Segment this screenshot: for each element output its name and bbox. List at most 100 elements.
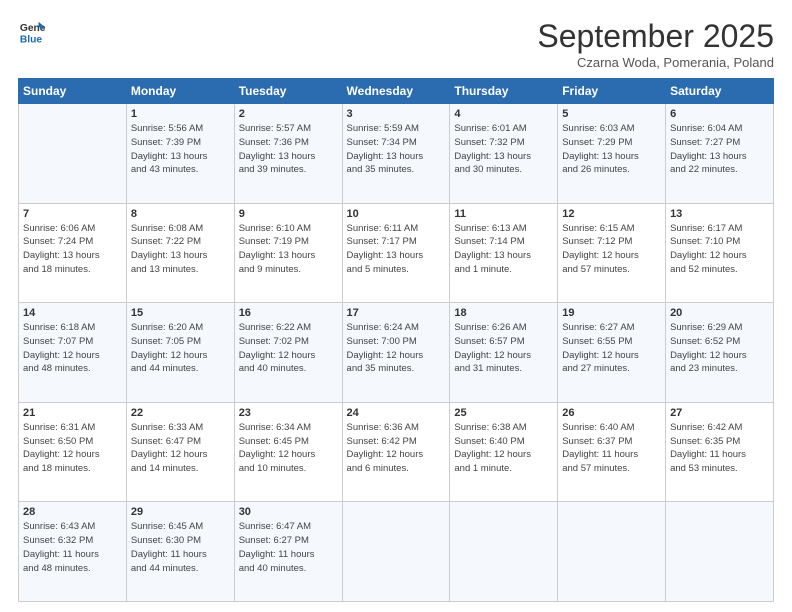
table-row: 24Sunrise: 6:36 AM Sunset: 6:42 PM Dayli… bbox=[342, 402, 450, 502]
table-row: 14 Sunrise: 6:18 AM Sunset: 7:07 PM Dayli… bbox=[19, 303, 127, 403]
day-details: Sunrise: 6:42 AM Sunset: 6:35 PM Dayligh… bbox=[670, 421, 769, 476]
col-monday: Monday bbox=[126, 79, 234, 104]
col-wednesday: Wednesday bbox=[342, 79, 450, 104]
table-row: 19 Sunrise: 6:27 AM Sunset: 6:55 PM Dayli… bbox=[558, 303, 666, 403]
day-details: Sunrise: 6:15 AM Sunset: 7:12 PM Dayligh… bbox=[562, 222, 661, 277]
col-friday: Friday bbox=[558, 79, 666, 104]
day-number: 18 bbox=[454, 307, 553, 319]
table-row: 30 Sunrise: 6:47 AM Sunset: 6:27 PM Dayli… bbox=[234, 502, 342, 602]
day-number: 3 bbox=[347, 108, 446, 120]
table-row: 21 Sunrise: 6:31 AM Sunset: 6:50 PM Dayli… bbox=[19, 402, 127, 502]
day-details: Sunrise: 6:29 AM Sunset: 6:52 PM Dayligh… bbox=[670, 321, 769, 376]
day-number: 7 bbox=[23, 208, 122, 220]
day-number: 20 bbox=[670, 307, 769, 319]
table-row bbox=[558, 502, 666, 602]
table-row: 10Sunrise: 6:11 AM Sunset: 7:17 PM Dayli… bbox=[342, 203, 450, 303]
month-title: September 2025 bbox=[537, 18, 774, 55]
table-row: 9Sunrise: 6:10 AM Sunset: 7:19 PM Daylig… bbox=[234, 203, 342, 303]
day-details: Sunrise: 6:22 AM Sunset: 7:02 PM Dayligh… bbox=[239, 321, 338, 376]
day-number: 21 bbox=[23, 407, 122, 419]
calendar-week-row: 14 Sunrise: 6:18 AM Sunset: 7:07 PM Dayli… bbox=[19, 303, 774, 403]
table-row: 28 Sunrise: 6:43 AM Sunset: 6:32 PM Dayli… bbox=[19, 502, 127, 602]
svg-text:Blue: Blue bbox=[20, 34, 43, 45]
day-details: Sunrise: 6:33 AM Sunset: 6:47 PM Dayligh… bbox=[131, 421, 230, 476]
calendar-week-row: 21 Sunrise: 6:31 AM Sunset: 6:50 PM Dayli… bbox=[19, 402, 774, 502]
day-details: Sunrise: 6:03 AM Sunset: 7:29 PM Dayligh… bbox=[562, 122, 661, 177]
page: General Blue September 2025 Czarna Woda,… bbox=[0, 0, 792, 612]
day-number: 9 bbox=[239, 208, 338, 220]
day-number: 8 bbox=[131, 208, 230, 220]
day-number: 29 bbox=[131, 506, 230, 518]
subtitle: Czarna Woda, Pomerania, Poland bbox=[537, 55, 774, 70]
day-number: 23 bbox=[239, 407, 338, 419]
day-number: 5 bbox=[562, 108, 661, 120]
table-row: 6 Sunrise: 6:04 AM Sunset: 7:27 PM Daylig… bbox=[666, 104, 774, 204]
day-details: Sunrise: 6:11 AM Sunset: 7:17 PM Dayligh… bbox=[347, 222, 446, 277]
table-row bbox=[342, 502, 450, 602]
table-row: 13 Sunrise: 6:17 AM Sunset: 7:10 PM Dayli… bbox=[666, 203, 774, 303]
table-row: 4Sunrise: 6:01 AM Sunset: 7:32 PM Daylig… bbox=[450, 104, 558, 204]
table-row: 22 Sunrise: 6:33 AM Sunset: 6:47 PM Dayli… bbox=[126, 402, 234, 502]
day-number: 19 bbox=[562, 307, 661, 319]
day-number: 16 bbox=[239, 307, 338, 319]
calendar-week-row: 28 Sunrise: 6:43 AM Sunset: 6:32 PM Dayli… bbox=[19, 502, 774, 602]
day-details: Sunrise: 6:04 AM Sunset: 7:27 PM Dayligh… bbox=[670, 122, 769, 177]
day-details: Sunrise: 5:59 AM Sunset: 7:34 PM Dayligh… bbox=[347, 122, 446, 177]
table-row: 7Sunrise: 6:06 AM Sunset: 7:24 PM Daylig… bbox=[19, 203, 127, 303]
day-number: 22 bbox=[131, 407, 230, 419]
day-number: 30 bbox=[239, 506, 338, 518]
day-details: Sunrise: 6:47 AM Sunset: 6:27 PM Dayligh… bbox=[239, 520, 338, 575]
calendar-week-row: 1Sunrise: 5:56 AM Sunset: 7:39 PM Daylig… bbox=[19, 104, 774, 204]
table-row: 26 Sunrise: 6:40 AM Sunset: 6:37 PM Dayli… bbox=[558, 402, 666, 502]
table-row: 11 Sunrise: 6:13 AM Sunset: 7:14 PM Dayli… bbox=[450, 203, 558, 303]
header: General Blue September 2025 Czarna Woda,… bbox=[18, 18, 774, 70]
table-row: 16 Sunrise: 6:22 AM Sunset: 7:02 PM Dayli… bbox=[234, 303, 342, 403]
day-number: 13 bbox=[670, 208, 769, 220]
col-sunday: Sunday bbox=[19, 79, 127, 104]
table-row: 2 Sunrise: 5:57 AM Sunset: 7:36 PM Daylig… bbox=[234, 104, 342, 204]
table-row: 8 Sunrise: 6:08 AM Sunset: 7:22 PM Daylig… bbox=[126, 203, 234, 303]
day-number: 27 bbox=[670, 407, 769, 419]
day-details: Sunrise: 6:08 AM Sunset: 7:22 PM Dayligh… bbox=[131, 222, 230, 277]
table-row: 25 Sunrise: 6:38 AM Sunset: 6:40 PM Dayli… bbox=[450, 402, 558, 502]
day-number: 6 bbox=[670, 108, 769, 120]
table-row: 27 Sunrise: 6:42 AM Sunset: 6:35 PM Dayli… bbox=[666, 402, 774, 502]
day-number: 11 bbox=[454, 208, 553, 220]
day-details: Sunrise: 6:36 AM Sunset: 6:42 PM Dayligh… bbox=[347, 421, 446, 476]
day-details: Sunrise: 6:17 AM Sunset: 7:10 PM Dayligh… bbox=[670, 222, 769, 277]
day-number: 12 bbox=[562, 208, 661, 220]
col-saturday: Saturday bbox=[666, 79, 774, 104]
day-details: Sunrise: 6:18 AM Sunset: 7:07 PM Dayligh… bbox=[23, 321, 122, 376]
day-details: Sunrise: 6:31 AM Sunset: 6:50 PM Dayligh… bbox=[23, 421, 122, 476]
logo: General Blue bbox=[18, 18, 46, 46]
day-number: 14 bbox=[23, 307, 122, 319]
table-row: 29 Sunrise: 6:45 AM Sunset: 6:30 PM Dayli… bbox=[126, 502, 234, 602]
table-row: 1Sunrise: 5:56 AM Sunset: 7:39 PM Daylig… bbox=[126, 104, 234, 204]
day-details: Sunrise: 6:20 AM Sunset: 7:05 PM Dayligh… bbox=[131, 321, 230, 376]
day-details: Sunrise: 6:38 AM Sunset: 6:40 PM Dayligh… bbox=[454, 421, 553, 476]
table-row: 15 Sunrise: 6:20 AM Sunset: 7:05 PM Dayli… bbox=[126, 303, 234, 403]
day-details: Sunrise: 6:26 AM Sunset: 6:57 PM Dayligh… bbox=[454, 321, 553, 376]
day-details: Sunrise: 6:40 AM Sunset: 6:37 PM Dayligh… bbox=[562, 421, 661, 476]
day-number: 2 bbox=[239, 108, 338, 120]
day-number: 28 bbox=[23, 506, 122, 518]
calendar-header-row: Sunday Monday Tuesday Wednesday Thursday… bbox=[19, 79, 774, 104]
day-details: Sunrise: 6:13 AM Sunset: 7:14 PM Dayligh… bbox=[454, 222, 553, 277]
table-row: 17Sunrise: 6:24 AM Sunset: 7:00 PM Dayli… bbox=[342, 303, 450, 403]
table-row bbox=[450, 502, 558, 602]
day-details: Sunrise: 6:45 AM Sunset: 6:30 PM Dayligh… bbox=[131, 520, 230, 575]
day-details: Sunrise: 6:43 AM Sunset: 6:32 PM Dayligh… bbox=[23, 520, 122, 575]
day-number: 15 bbox=[131, 307, 230, 319]
logo-icon: General Blue bbox=[18, 18, 46, 46]
day-details: Sunrise: 5:57 AM Sunset: 7:36 PM Dayligh… bbox=[239, 122, 338, 177]
title-block: September 2025 Czarna Woda, Pomerania, P… bbox=[537, 18, 774, 70]
day-number: 1 bbox=[131, 108, 230, 120]
table-row bbox=[19, 104, 127, 204]
day-number: 25 bbox=[454, 407, 553, 419]
day-number: 26 bbox=[562, 407, 661, 419]
day-details: Sunrise: 6:27 AM Sunset: 6:55 PM Dayligh… bbox=[562, 321, 661, 376]
day-number: 17 bbox=[347, 307, 446, 319]
table-row: 20 Sunrise: 6:29 AM Sunset: 6:52 PM Dayli… bbox=[666, 303, 774, 403]
table-row bbox=[666, 502, 774, 602]
table-row: 18 Sunrise: 6:26 AM Sunset: 6:57 PM Dayli… bbox=[450, 303, 558, 403]
